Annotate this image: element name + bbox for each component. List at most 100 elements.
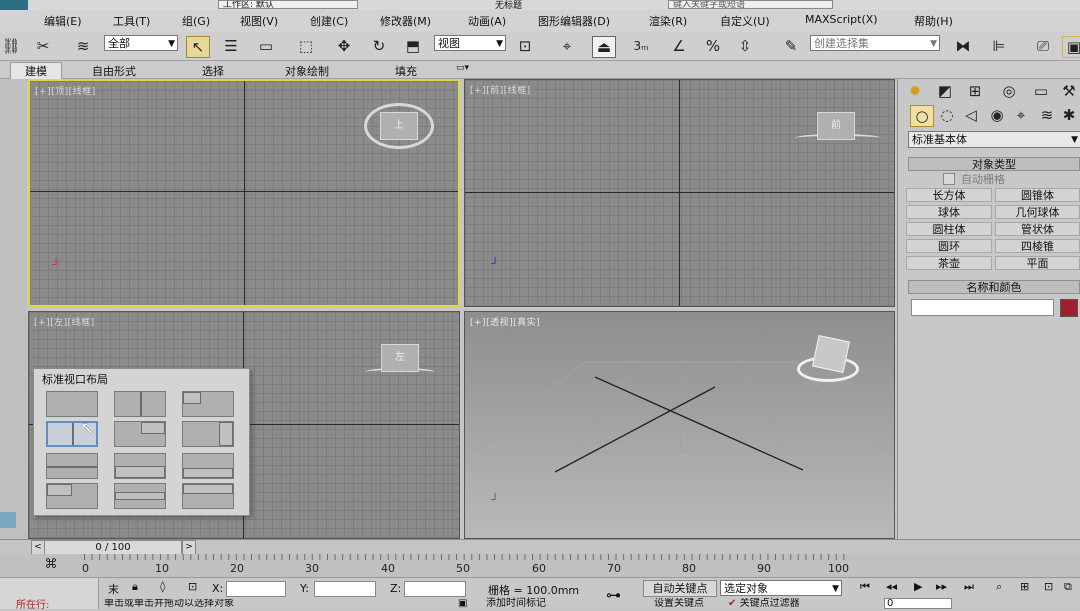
keyboard-shortcut-icon[interactable]: ⏏ [592, 36, 616, 58]
key-target-combo[interactable]: 选定对象 ▼ [720, 580, 842, 596]
time-prev-arrow[interactable]: < [31, 540, 45, 555]
ribbon-tab-populate[interactable]: 填充 [395, 63, 417, 79]
menu-graph-editors[interactable]: 图形编辑器(D) [538, 13, 610, 29]
rotate-icon[interactable]: ↻ [368, 36, 390, 56]
viewcube-perspective[interactable] [812, 335, 850, 373]
scale-icon[interactable]: ⬒ [402, 36, 424, 56]
layout-11[interactable] [114, 483, 166, 509]
goto-start-icon[interactable]: ⏮ [860, 580, 870, 594]
layout-2[interactable] [114, 391, 166, 417]
link-icon[interactable]: ⛓ [0, 36, 22, 56]
menu-tools[interactable]: 工具(T) [113, 13, 150, 29]
menu-customize[interactable]: 自定义(U) [720, 13, 770, 29]
isolate-icon[interactable]: ◊ [160, 580, 165, 593]
mirror-icon[interactable]: ⧓ [952, 36, 974, 56]
viewport-left-label[interactable]: [+][左][线框] [34, 315, 95, 328]
object-type-rollout[interactable]: 对象类型 [908, 157, 1080, 171]
viewcube-top[interactable]: 上 [380, 112, 418, 140]
ribbon-tab-object-paint[interactable]: 对象绘制 [285, 63, 329, 79]
geosphere-button[interactable]: 几何球体 [995, 205, 1080, 219]
shapes-icon[interactable]: ◌ [936, 105, 958, 125]
spinner-snap-icon[interactable]: ⇳ [734, 36, 756, 56]
select-manipulate-icon[interactable]: ⌖ [556, 36, 578, 56]
viewcube-left[interactable]: 左 [381, 344, 419, 372]
maxscript-listener[interactable]: 所在行: [0, 578, 99, 611]
lock-icon[interactable]: 🔒︎ [132, 580, 138, 594]
select-by-name-icon[interactable]: ☰ [220, 36, 242, 56]
named-selection-combo[interactable]: 创建选择集 ▼ [810, 35, 940, 51]
layout-9[interactable] [182, 453, 234, 479]
cylinder-button[interactable]: 圆柱体 [906, 222, 992, 236]
plane-button[interactable]: 平面 [995, 256, 1080, 270]
bind-spacewarp-icon[interactable]: ≋ [72, 36, 94, 56]
menu-help[interactable]: 帮助(H) [914, 13, 953, 29]
menu-views[interactable]: 视图(V) [240, 13, 278, 29]
prev-frame-icon[interactable]: ◂◂ [886, 580, 897, 593]
teapot-button[interactable]: 茶壶 [906, 256, 992, 270]
menu-modifiers[interactable]: 修改器(M) [380, 13, 431, 29]
ribbon-tab-modeling[interactable]: 建模 [10, 62, 62, 80]
layout-12[interactable] [182, 483, 234, 509]
layout-10[interactable] [46, 483, 98, 509]
current-frame-input[interactable]: 0 [884, 598, 952, 609]
torus-button[interactable]: 圆环 [906, 239, 992, 253]
lights-icon[interactable]: ◁ [960, 105, 982, 125]
absolute-mode-icon[interactable]: ⊡ [188, 580, 197, 593]
key-icon[interactable]: ⊶ [606, 586, 621, 604]
tube-button[interactable]: 管状体 [995, 222, 1080, 236]
menu-edit[interactable]: 编辑(E) [44, 13, 82, 29]
snaps-toggle-icon[interactable]: 3ₘ [630, 36, 652, 56]
zoom-extents-icon[interactable]: ⊡ [1044, 580, 1053, 593]
unlink-icon[interactable]: ✂ [32, 36, 54, 56]
primitive-category-combo[interactable]: 标准基本体 ▼ [908, 131, 1080, 148]
menu-group[interactable]: 组(G) [182, 13, 210, 29]
time-slider[interactable]: 0 / 100 [44, 540, 182, 555]
viewport-front-label[interactable]: [+][前][线框] [470, 83, 531, 96]
graphite-toggle-icon[interactable]: ▣ [1062, 36, 1080, 58]
modify-tab-icon[interactable]: ◩ [934, 81, 956, 101]
object-color-swatch[interactable] [1060, 299, 1078, 317]
menu-animation[interactable]: 动画(A) [468, 13, 506, 29]
edit-named-sets-icon[interactable]: ✎ [780, 36, 802, 56]
layout-5[interactable] [114, 421, 166, 447]
layer-manager-icon[interactable]: ⎚ [1032, 36, 1054, 56]
hierarchy-tab-icon[interactable]: ⊞ [964, 81, 986, 101]
ribbon-tab-freeform[interactable]: 自由形式 [92, 63, 136, 79]
layout-7[interactable] [46, 453, 98, 479]
create-tab-icon[interactable]: ✹ [904, 81, 926, 101]
autogrid-checkbox[interactable] [943, 173, 955, 185]
angle-snap-icon[interactable]: ∠ [668, 36, 690, 56]
move-icon[interactable]: ✥ [333, 36, 355, 56]
search-box[interactable]: 键入关键字或短语 [668, 0, 833, 9]
layout-1[interactable] [46, 391, 98, 417]
max-toggle-icon[interactable]: ⧉ [1064, 580, 1072, 594]
helpers-icon[interactable]: ⌖ [1010, 105, 1032, 125]
x-coord-input[interactable] [226, 581, 286, 597]
menu-create[interactable]: 创建(C) [310, 13, 348, 29]
zoom-all-icon[interactable]: ⊞ [1020, 580, 1029, 593]
sphere-button[interactable]: 球体 [906, 205, 992, 219]
select-object-icon[interactable]: ↖ [186, 36, 210, 58]
goto-end-icon[interactable]: ⏭ [964, 580, 974, 594]
geometry-icon[interactable]: ○ [910, 105, 934, 127]
track-bar[interactable]: ⌘ 0 10 20 30 40 50 60 70 80 90 100 [0, 554, 1080, 577]
time-next-arrow[interactable]: > [182, 540, 196, 555]
display-tab-icon[interactable]: ▭ [1030, 81, 1052, 101]
object-name-input[interactable] [911, 299, 1054, 316]
next-frame-icon[interactable]: ▸▸ [936, 580, 947, 593]
box-button[interactable]: 长方体 [906, 188, 992, 202]
percent-snap-icon[interactable]: % [702, 36, 724, 56]
spacewarps-icon[interactable]: ≋ [1036, 105, 1058, 125]
play-icon[interactable]: ▶ [914, 580, 922, 593]
layout-8[interactable] [114, 453, 166, 479]
ribbon-options-icon[interactable]: ▭▾ [456, 63, 469, 73]
left-strip-tab[interactable] [0, 512, 16, 528]
systems-icon[interactable]: ✱ [1058, 105, 1080, 125]
align-icon[interactable]: ⊫ [988, 36, 1010, 56]
rect-selection-icon[interactable]: ▭ [255, 36, 277, 56]
menu-maxscript[interactable]: MAXScript(X) [805, 13, 878, 26]
z-coord-input[interactable] [404, 581, 466, 597]
ribbon-tab-selection[interactable]: 选择 [202, 63, 224, 79]
set-key-button[interactable]: 设置关键点 [643, 598, 715, 609]
cameras-icon[interactable]: ◉ [986, 105, 1008, 125]
